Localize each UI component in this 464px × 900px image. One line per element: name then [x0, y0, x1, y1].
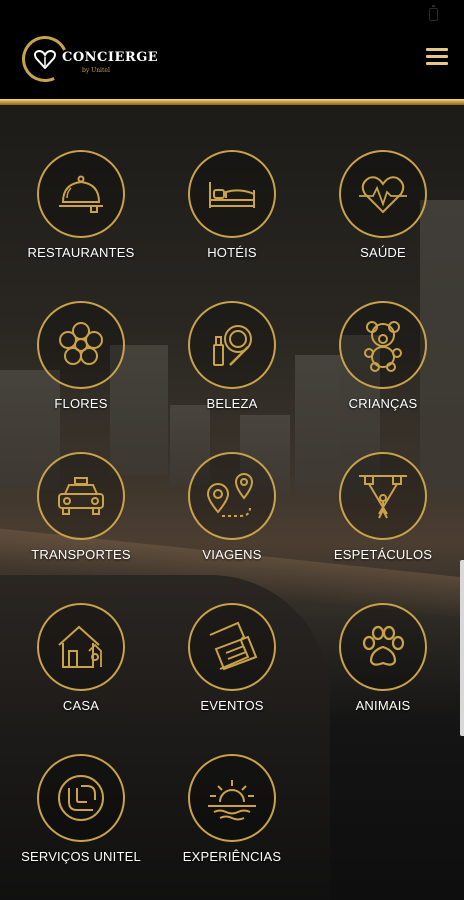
- service-tile-transportes[interactable]: TRANSPORTES: [6, 407, 156, 562]
- battery-icon: [429, 5, 438, 21]
- service-tile-viagens[interactable]: VIAGENS: [157, 407, 307, 562]
- service-icon-circle: [188, 754, 276, 842]
- service-icon-circle: [37, 301, 125, 389]
- cloche-icon: [59, 175, 103, 213]
- service-icon-circle: [37, 150, 125, 238]
- stage-lights-icon: [359, 475, 407, 519]
- makeup-icon: [213, 325, 252, 366]
- service-icon-circle: [339, 452, 427, 540]
- teddy-bear-icon: [364, 321, 402, 372]
- service-tile-criancas[interactable]: CRIANÇAS: [308, 256, 458, 411]
- hamburger-menu-icon[interactable]: [426, 48, 448, 66]
- service-tile-hoteis[interactable]: HOTÉIS: [157, 105, 307, 260]
- service-label: ANIMAIS: [355, 698, 411, 713]
- service-tile-animais[interactable]: ANIMAIS: [308, 558, 458, 713]
- service-icon-circle: [37, 603, 125, 691]
- service-tile-casa[interactable]: CASA: [6, 558, 156, 713]
- service-label: EXPERIÊNCIAS: [182, 849, 282, 864]
- service-icon-circle: [188, 301, 276, 389]
- service-icon-circle: [37, 452, 125, 540]
- service-tile-restaurantes[interactable]: RESTAURANTES: [6, 105, 156, 260]
- sunset-icon: [208, 780, 256, 821]
- service-icon-circle: [339, 150, 427, 238]
- service-icon-circle: [188, 603, 276, 691]
- service-tile-espetaculos[interactable]: ESPETÁCULOS: [308, 407, 458, 562]
- unitel-logo-icon: [58, 775, 104, 821]
- heartbeat-icon: [359, 176, 407, 214]
- service-tile-eventos[interactable]: EVENTOS: [157, 558, 307, 713]
- paw-icon: [362, 625, 405, 666]
- house-icon: [58, 625, 102, 668]
- service-tile-saude[interactable]: SAÚDE: [308, 105, 458, 260]
- status-bar: [0, 0, 464, 24]
- service-icon-circle: [188, 150, 276, 238]
- service-tile-experiencias[interactable]: EXPERIÊNCIAS: [157, 709, 307, 864]
- app-logo[interactable]: CONCIERGE by Unitel: [15, 29, 162, 89]
- service-label: SERVIÇOS UNITEL: [21, 849, 141, 864]
- route-pins-icon: [206, 473, 254, 517]
- logo-heart-icon: [34, 49, 56, 69]
- service-icon-circle: [339, 603, 427, 691]
- bed-icon: [209, 182, 255, 208]
- service-icon-circle: [37, 754, 125, 842]
- app-subtitle: by Unitel: [82, 67, 110, 74]
- service-tile-flores[interactable]: FLORES: [6, 256, 156, 411]
- service-tile-beleza[interactable]: BELEZA: [157, 256, 307, 411]
- service-tile-servicos-unitel[interactable]: SERVIÇOS UNITEL: [6, 709, 156, 864]
- app-header: CONCIERGE by Unitel: [0, 24, 464, 100]
- tickets-icon: [209, 621, 258, 671]
- app-name: CONCIERGE: [62, 50, 159, 65]
- flower-icon: [59, 322, 103, 365]
- taxi-icon: [58, 477, 104, 515]
- service-icon-circle: [339, 301, 427, 389]
- service-icon-circle: [188, 452, 276, 540]
